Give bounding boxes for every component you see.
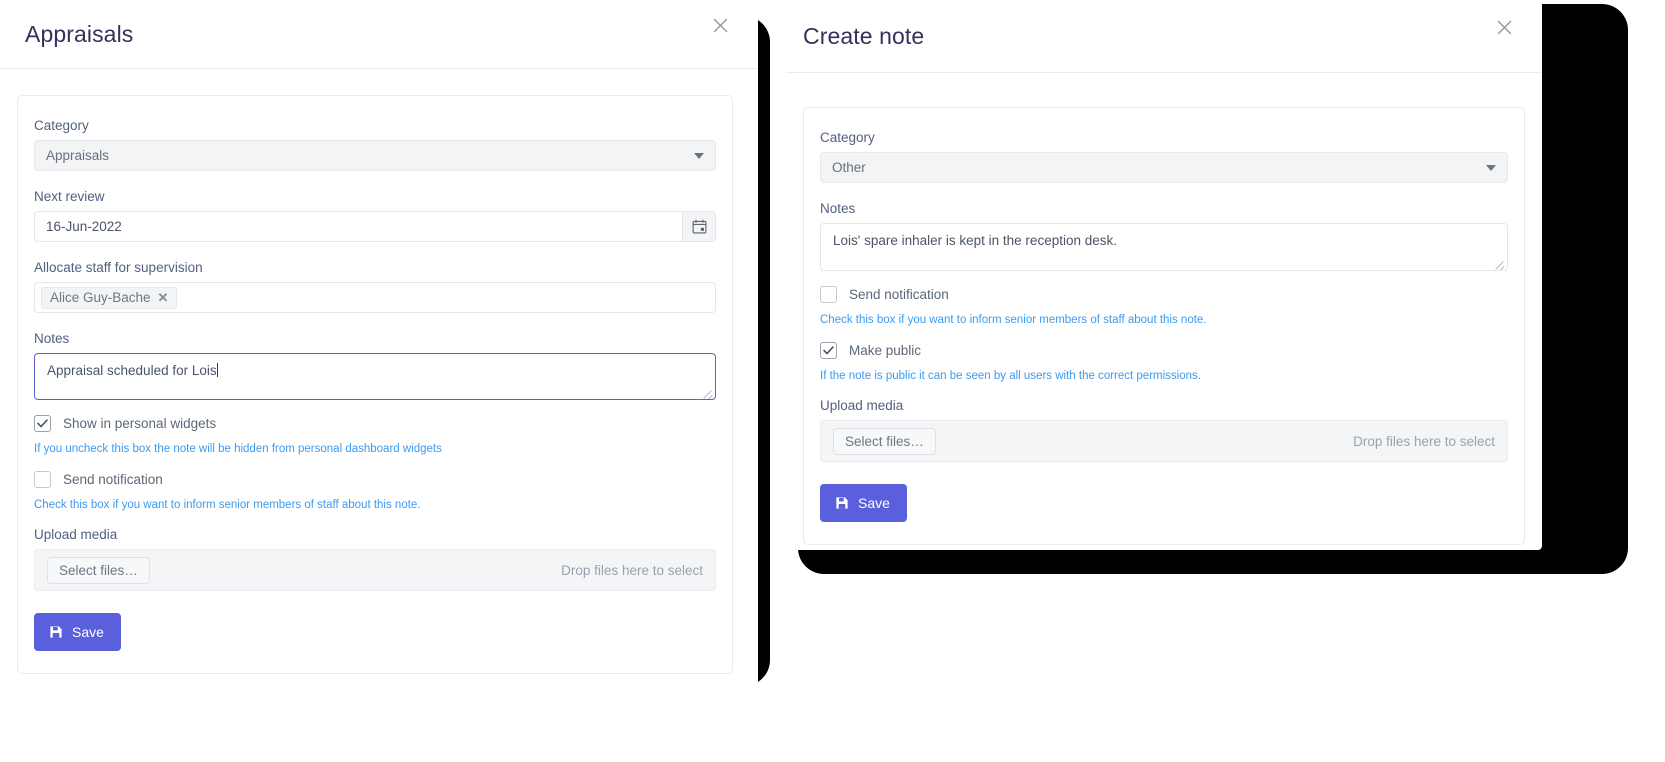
appraisals-dialog-body: Category Appraisals Next review 16-Jun-2… — [0, 69, 758, 675]
show-in-widgets-row[interactable]: Show in personal widgets — [34, 415, 716, 432]
make-public-row[interactable]: Make public — [820, 342, 1508, 360]
close-icon[interactable] — [709, 14, 731, 36]
next-review-label: Next review — [34, 189, 105, 204]
send-notification-row[interactable]: Send notification — [820, 286, 1508, 303]
notes-textarea-value: Lois' spare inhaler is kept in the recep… — [833, 233, 1117, 248]
category-select-value: Appraisals — [46, 148, 110, 163]
notes-textarea-value: Appraisal scheduled for Lois — [47, 363, 217, 378]
send-notification-checkbox[interactable] — [820, 286, 837, 303]
staff-token[interactable]: Alice Guy-Bache ✕ — [41, 286, 178, 309]
create-note-dialog: Create note Category Other Notes Lois' s… — [786, 0, 1542, 550]
show-in-widgets-checkbox[interactable] — [34, 415, 51, 432]
appraisals-dialog: Appraisals Category Appraisals Next revi… — [0, 0, 758, 690]
send-notification-row[interactable]: Send notification — [34, 471, 716, 489]
notes-label: Notes — [34, 331, 70, 346]
drop-files-hint: Drop files here to select — [561, 562, 703, 578]
staff-token-label: Alice Guy-Bache — [50, 289, 151, 305]
page-title: Appraisals — [25, 20, 134, 47]
appraisals-form-panel: Category Appraisals Next review 16-Jun-2… — [17, 95, 733, 675]
screenshot-stage: Appraisals Category Appraisals Next revi… — [0, 0, 1665, 762]
create-note-dialog-header: Create note — [786, 0, 1542, 73]
text-caret — [216, 363, 218, 377]
close-icon[interactable] — [1493, 16, 1515, 38]
notes-textarea[interactable]: Lois' spare inhaler is kept in the recep… — [820, 223, 1508, 271]
select-files-button[interactable]: Select files… — [47, 556, 150, 584]
chevron-down-icon — [1486, 164, 1496, 171]
send-notification-help: Check this box if you want to inform sen… — [820, 314, 1207, 326]
category-select-value: Other — [832, 160, 866, 175]
floppy-disk-icon — [835, 496, 849, 510]
textarea-resize-handle[interactable] — [1494, 258, 1505, 269]
allocate-staff-label: Allocate staff for supervision — [34, 260, 203, 275]
select-files-button[interactable]: Select files… — [833, 427, 936, 455]
send-notification-label: Send notification — [63, 472, 163, 488]
next-review-input[interactable]: 16-Jun-2022 — [34, 211, 716, 242]
chevron-down-icon — [694, 152, 704, 159]
save-button[interactable]: Save — [820, 484, 907, 523]
send-notification-checkbox[interactable] — [34, 471, 51, 489]
upload-media-label: Upload media — [820, 398, 904, 414]
send-notification-label: Send notification — [849, 287, 949, 302]
page-title: Create note — [803, 22, 925, 49]
show-in-widgets-label: Show in personal widgets — [63, 416, 217, 431]
notes-label: Notes — [820, 201, 856, 216]
floppy-disk-icon — [49, 625, 63, 639]
upload-media-label: Upload media — [34, 527, 118, 543]
create-note-dialog-body: Category Other Notes Lois' spare inhaler… — [786, 73, 1542, 546]
show-in-widgets-help: If you uncheck this box the note will be… — [34, 443, 442, 455]
appraisals-dialog-header: Appraisals — [0, 0, 758, 69]
send-notification-help: Check this box if you want to inform sen… — [34, 499, 421, 512]
allocate-staff-input[interactable]: Alice Guy-Bache ✕ — [34, 282, 716, 313]
notes-textarea[interactable]: Appraisal scheduled for Lois — [34, 353, 716, 400]
category-select[interactable]: Other — [820, 152, 1508, 183]
make-public-label: Make public — [849, 343, 922, 359]
create-note-form-panel: Category Other Notes Lois' spare inhaler… — [803, 107, 1525, 546]
upload-dropzone[interactable]: Select files… Drop files here to select — [34, 549, 716, 592]
remove-token-icon[interactable]: ✕ — [158, 291, 169, 304]
save-button[interactable]: Save — [34, 613, 121, 652]
save-button-label: Save — [858, 495, 890, 512]
next-review-value: 16-Jun-2022 — [46, 219, 122, 234]
calendar-icon[interactable] — [682, 212, 715, 241]
save-button-label: Save — [72, 624, 104, 641]
upload-dropzone[interactable]: Select files… Drop files here to select — [820, 420, 1508, 463]
category-label: Category — [34, 118, 89, 133]
category-select[interactable]: Appraisals — [34, 140, 716, 171]
drop-files-hint: Drop files here to select — [1353, 433, 1495, 449]
textarea-resize-handle[interactable] — [702, 387, 713, 398]
make-public-checkbox[interactable] — [820, 342, 837, 360]
make-public-help: If the note is public it can be seen by … — [820, 370, 1201, 383]
category-label: Category — [820, 130, 875, 145]
